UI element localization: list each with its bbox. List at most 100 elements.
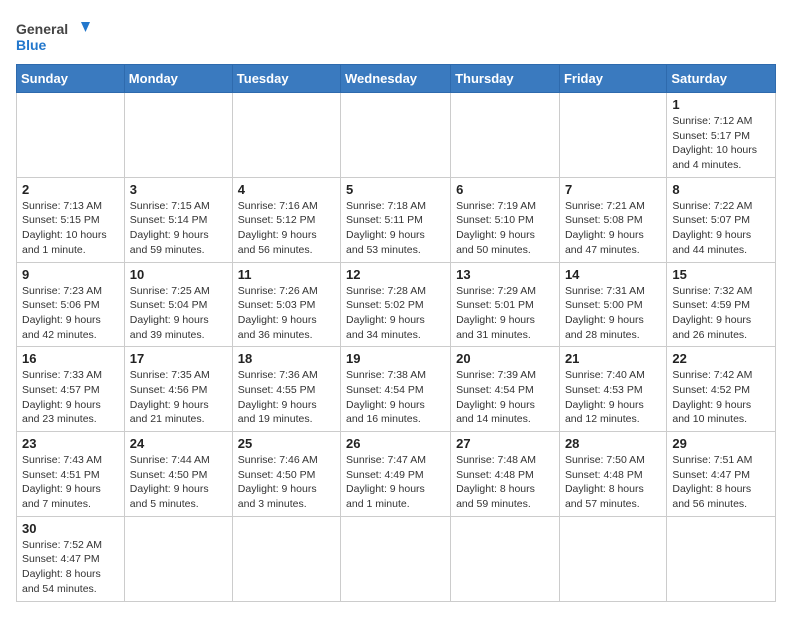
day-number: 23 — [22, 436, 119, 451]
calendar-cell: 6 Sunrise: 7:19 AMSunset: 5:10 PMDaylight… — [451, 177, 560, 262]
day-info: Sunrise: 7:48 AMSunset: 4:48 PMDaylight:… — [456, 453, 554, 512]
calendar-cell — [559, 93, 666, 178]
weekday-header: Monday — [124, 65, 232, 93]
calendar-cell: 20Sunrise: 7:39 AMSunset: 4:54 PMDayligh… — [451, 347, 560, 432]
day-info: Sunrise: 7:12 AMSunset: 5:17 PMDaylight:… — [672, 114, 770, 173]
day-number: 19 — [346, 351, 445, 366]
day-number: 5 — [346, 182, 445, 197]
day-number: 12 — [346, 267, 445, 282]
day-info: Sunrise: 7:15 AMSunset: 5:14 PMDaylight:… — [130, 199, 227, 258]
day-number: 22 — [672, 351, 770, 366]
weekday-header: Friday — [559, 65, 666, 93]
day-info: Sunrise: 7:43 AMSunset: 4:51 PMDaylight:… — [22, 453, 119, 512]
day-info: Sunrise: 7:26 AMSunset: 5:03 PMDaylight:… — [238, 284, 335, 343]
calendar-cell — [124, 93, 232, 178]
calendar-cell: 18 Sunrise: 7:36 AMSunset: 4:55 PMDayligh… — [232, 347, 340, 432]
calendar-cell: 5 Sunrise: 7:18 AMSunset: 5:11 PMDaylight… — [341, 177, 451, 262]
calendar-cell: 9 Sunrise: 7:23 AMSunset: 5:06 PMDaylight… — [17, 262, 125, 347]
day-number: 28 — [565, 436, 661, 451]
day-number: 3 — [130, 182, 227, 197]
day-number: 2 — [22, 182, 119, 197]
day-info: Sunrise: 7:16 AMSunset: 5:12 PMDaylight:… — [238, 199, 335, 258]
day-info: Sunrise: 7:35 AMSunset: 4:56 PMDaylight:… — [130, 368, 227, 427]
calendar-cell — [17, 93, 125, 178]
calendar-cell: 3 Sunrise: 7:15 AMSunset: 5:14 PMDaylight… — [124, 177, 232, 262]
calendar-cell — [341, 516, 451, 601]
day-info: Sunrise: 7:18 AMSunset: 5:11 PMDaylight:… — [346, 199, 445, 258]
day-number: 21 — [565, 351, 661, 366]
day-info: Sunrise: 7:23 AMSunset: 5:06 PMDaylight:… — [22, 284, 119, 343]
calendar-cell: 26 Sunrise: 7:47 AMSunset: 4:49 PMDayligh… — [341, 432, 451, 517]
day-number: 29 — [672, 436, 770, 451]
day-info: Sunrise: 7:21 AMSunset: 5:08 PMDaylight:… — [565, 199, 661, 258]
calendar-cell: 2Sunrise: 7:13 AMSunset: 5:15 PMDaylight… — [17, 177, 125, 262]
day-info: Sunrise: 7:47 AMSunset: 4:49 PMDaylight:… — [346, 453, 445, 512]
logo: General Blue — [16, 16, 96, 56]
day-number: 10 — [130, 267, 227, 282]
day-info: Sunrise: 7:44 AMSunset: 4:50 PMDaylight:… — [130, 453, 227, 512]
calendar-cell: 14Sunrise: 7:31 AMSunset: 5:00 PMDayligh… — [559, 262, 666, 347]
calendar-cell: 16Sunrise: 7:33 AMSunset: 4:57 PMDayligh… — [17, 347, 125, 432]
calendar-cell: 10 Sunrise: 7:25 AMSunset: 5:04 PMDayligh… — [124, 262, 232, 347]
calendar-cell: 4Sunrise: 7:16 AMSunset: 5:12 PMDaylight… — [232, 177, 340, 262]
logo-svg: General Blue — [16, 16, 96, 56]
calendar-cell: 7 Sunrise: 7:21 AMSunset: 5:08 PMDaylight… — [559, 177, 666, 262]
day-number: 25 — [238, 436, 335, 451]
header: General Blue — [16, 16, 776, 56]
day-number: 6 — [456, 182, 554, 197]
weekday-header: Saturday — [667, 65, 776, 93]
calendar-cell: 11 Sunrise: 7:26 AMSunset: 5:03 PMDayligh… — [232, 262, 340, 347]
day-number: 11 — [238, 267, 335, 282]
calendar-cell — [232, 516, 340, 601]
day-info: Sunrise: 7:51 AMSunset: 4:47 PMDaylight:… — [672, 453, 770, 512]
calendar-cell: 17Sunrise: 7:35 AMSunset: 4:56 PMDayligh… — [124, 347, 232, 432]
calendar-cell: 19 Sunrise: 7:38 AMSunset: 4:54 PMDayligh… — [341, 347, 451, 432]
day-info: Sunrise: 7:32 AMSunset: 4:59 PMDaylight:… — [672, 284, 770, 343]
day-number: 30 — [22, 521, 119, 536]
calendar-cell — [341, 93, 451, 178]
calendar-cell: 15 Sunrise: 7:32 AMSunset: 4:59 PMDayligh… — [667, 262, 776, 347]
calendar-cell: 30 Sunrise: 7:52 AMSunset: 4:47 PMDayligh… — [17, 516, 125, 601]
calendar-cell: 12 Sunrise: 7:28 AMSunset: 5:02 PMDayligh… — [341, 262, 451, 347]
day-info: Sunrise: 7:29 AMSunset: 5:01 PMDaylight:… — [456, 284, 554, 343]
calendar-cell: 8 Sunrise: 7:22 AMSunset: 5:07 PMDaylight… — [667, 177, 776, 262]
day-number: 1 — [672, 97, 770, 112]
day-info: Sunrise: 7:50 AMSunset: 4:48 PMDaylight:… — [565, 453, 661, 512]
day-info: Sunrise: 7:28 AMSunset: 5:02 PMDaylight:… — [346, 284, 445, 343]
calendar-cell — [667, 516, 776, 601]
day-number: 13 — [456, 267, 554, 282]
day-info: Sunrise: 7:33 AMSunset: 4:57 PMDaylight:… — [22, 368, 119, 427]
day-info: Sunrise: 7:36 AMSunset: 4:55 PMDaylight:… — [238, 368, 335, 427]
day-number: 26 — [346, 436, 445, 451]
calendar-cell: 21Sunrise: 7:40 AMSunset: 4:53 PMDayligh… — [559, 347, 666, 432]
day-number: 8 — [672, 182, 770, 197]
day-number: 15 — [672, 267, 770, 282]
calendar-cell: 1 Sunrise: 7:12 AMSunset: 5:17 PMDaylight… — [667, 93, 776, 178]
day-number: 18 — [238, 351, 335, 366]
day-number: 24 — [130, 436, 227, 451]
day-info: Sunrise: 7:19 AMSunset: 5:10 PMDaylight:… — [456, 199, 554, 258]
calendar-cell: 29 Sunrise: 7:51 AMSunset: 4:47 PMDayligh… — [667, 432, 776, 517]
calendar-cell — [559, 516, 666, 601]
day-info: Sunrise: 7:25 AMSunset: 5:04 PMDaylight:… — [130, 284, 227, 343]
weekday-header: Sunday — [17, 65, 125, 93]
calendar-cell: 28 Sunrise: 7:50 AMSunset: 4:48 PMDayligh… — [559, 432, 666, 517]
day-info: Sunrise: 7:22 AMSunset: 5:07 PMDaylight:… — [672, 199, 770, 258]
svg-text:General: General — [16, 21, 68, 37]
day-number: 9 — [22, 267, 119, 282]
calendar-cell: 27Sunrise: 7:48 AMSunset: 4:48 PMDayligh… — [451, 432, 560, 517]
day-info: Sunrise: 7:42 AMSunset: 4:52 PMDaylight:… — [672, 368, 770, 427]
calendar-cell: 24 Sunrise: 7:44 AMSunset: 4:50 PMDayligh… — [124, 432, 232, 517]
day-info: Sunrise: 7:39 AMSunset: 4:54 PMDaylight:… — [456, 368, 554, 427]
day-info: Sunrise: 7:52 AMSunset: 4:47 PMDaylight:… — [22, 538, 119, 597]
day-info: Sunrise: 7:38 AMSunset: 4:54 PMDaylight:… — [346, 368, 445, 427]
weekday-header: Wednesday — [341, 65, 451, 93]
calendar-cell: 22 Sunrise: 7:42 AMSunset: 4:52 PMDayligh… — [667, 347, 776, 432]
calendar-cell: 23 Sunrise: 7:43 AMSunset: 4:51 PMDayligh… — [17, 432, 125, 517]
day-number: 14 — [565, 267, 661, 282]
day-number: 7 — [565, 182, 661, 197]
day-info: Sunrise: 7:46 AMSunset: 4:50 PMDaylight:… — [238, 453, 335, 512]
calendar-table: SundayMondayTuesdayWednesdayThursdayFrid… — [16, 64, 776, 602]
calendar-cell — [451, 93, 560, 178]
calendar-cell — [232, 93, 340, 178]
